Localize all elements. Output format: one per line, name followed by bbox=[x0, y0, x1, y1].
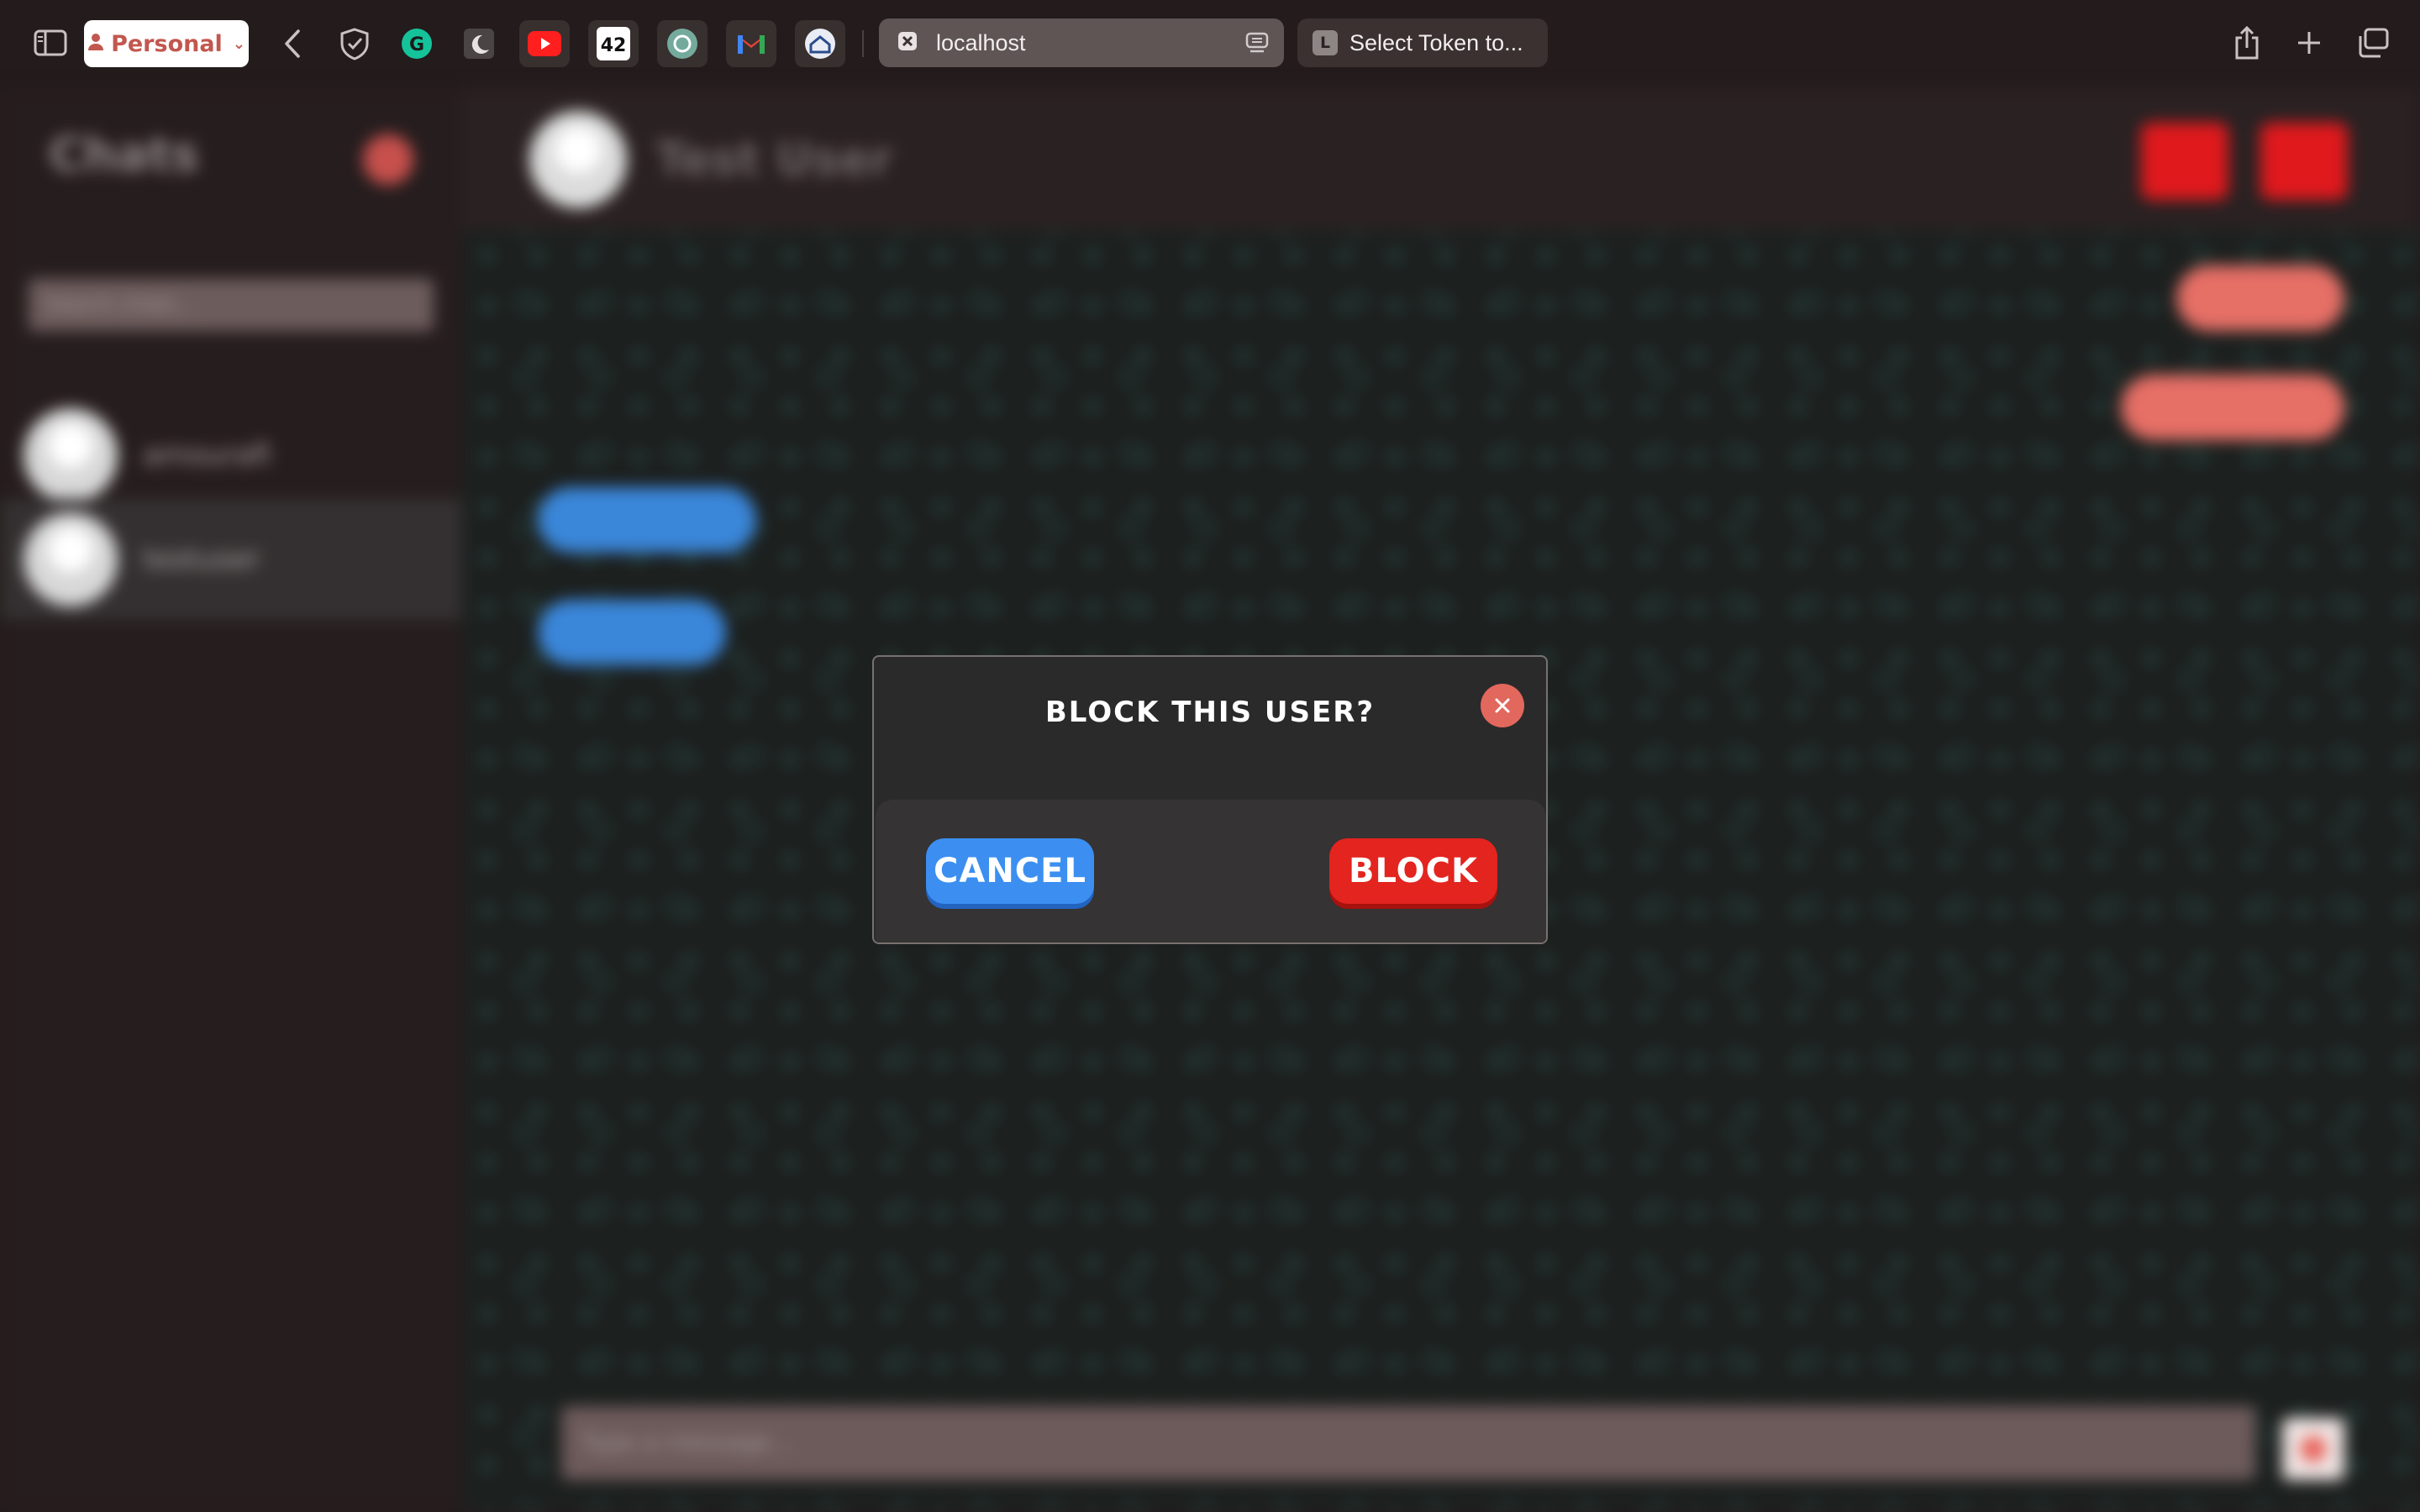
profile-label: Personal bbox=[111, 30, 223, 57]
profile-button[interactable]: Personal ⌄ bbox=[84, 20, 249, 67]
gmail-icon[interactable] bbox=[726, 20, 776, 67]
message-bubble-outgoing bbox=[2176, 265, 2344, 331]
tab-overview-icon[interactable] bbox=[2354, 25, 2391, 60]
svg-text:42: 42 bbox=[601, 35, 627, 56]
block-button[interactable]: BLOCK bbox=[1329, 838, 1497, 904]
new-tab-icon[interactable] bbox=[2292, 25, 2326, 60]
game-invite-button[interactable] bbox=[2260, 123, 2348, 200]
send-button[interactable] bbox=[2282, 1418, 2344, 1480]
search-chats-input[interactable]: Search chats... bbox=[29, 279, 434, 331]
chatgpt-icon[interactable] bbox=[657, 20, 708, 67]
message-input[interactable]: Type a message... bbox=[561, 1406, 2255, 1480]
chat-user-name: Test User bbox=[655, 133, 893, 186]
home-icon[interactable] bbox=[795, 20, 845, 67]
browser-toolbar: Personal ⌄ G 42 localhost L Select Token… bbox=[0, 0, 2420, 87]
tab-letter-icon: L bbox=[1313, 30, 1338, 55]
tab-favicon-icon bbox=[897, 31, 918, 55]
message-bubble-incoming bbox=[538, 600, 726, 665]
url-text: localhost bbox=[936, 29, 1026, 55]
cancel-button[interactable]: CANCEL bbox=[926, 838, 1094, 904]
message-bubble-outgoing bbox=[2121, 375, 2344, 440]
youtube-icon[interactable] bbox=[519, 20, 570, 67]
contact-item[interactable]: testuser bbox=[0, 499, 462, 620]
avatar bbox=[529, 111, 627, 208]
tab-title: Select Token to... bbox=[1349, 29, 1523, 55]
block-user-modal: BLOCK THIS USER? CANCEL BLOCK bbox=[872, 655, 1548, 944]
avatar bbox=[24, 408, 118, 502]
block-user-button[interactable] bbox=[2141, 123, 2228, 200]
close-icon[interactable] bbox=[1481, 684, 1524, 727]
share-icon[interactable] bbox=[2228, 24, 2265, 62]
modal-footer: CANCEL BLOCK bbox=[876, 800, 1546, 942]
chats-sidebar: Chats Search chats... amourafi testuser bbox=[0, 87, 462, 1512]
chat-header: Test User bbox=[462, 87, 2420, 230]
tab-select-token[interactable]: L Select Token to... bbox=[1297, 18, 1548, 67]
chevron-down-icon: ⌄ bbox=[232, 34, 245, 53]
svg-text:G: G bbox=[409, 34, 424, 55]
shield-icon[interactable] bbox=[329, 20, 380, 67]
dark-mode-icon[interactable] bbox=[454, 20, 504, 67]
grammarly-icon[interactable]: G bbox=[392, 20, 442, 67]
reader-mode-icon[interactable] bbox=[1245, 32, 1269, 59]
42-icon[interactable]: 42 bbox=[588, 20, 639, 67]
toolbar-divider bbox=[862, 30, 864, 57]
chats-title: Chats bbox=[49, 128, 199, 182]
message-bubble-incoming bbox=[538, 487, 756, 553]
contact-item[interactable]: amourafi bbox=[0, 395, 462, 516]
avatar bbox=[24, 512, 118, 606]
url-bar[interactable]: localhost bbox=[879, 18, 1284, 67]
contact-name: amourafi bbox=[143, 438, 271, 472]
back-button[interactable] bbox=[274, 24, 311, 64]
modal-title: BLOCK THIS USER? bbox=[1044, 696, 1376, 729]
sidebar-toggle-icon[interactable] bbox=[30, 25, 71, 60]
person-icon bbox=[87, 31, 104, 57]
contact-name: testuser bbox=[143, 543, 260, 576]
new-chat-icon[interactable] bbox=[363, 134, 413, 185]
